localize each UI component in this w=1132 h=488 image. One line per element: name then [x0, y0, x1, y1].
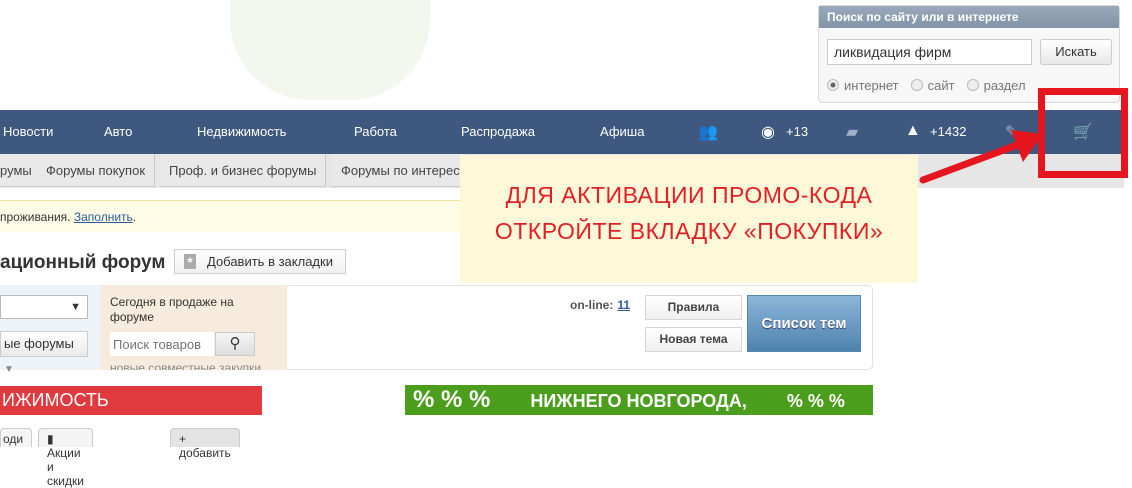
- search-button[interactable]: Искать: [1040, 39, 1112, 65]
- realty-banner[interactable]: ИЖИМОСТЬ: [0, 386, 262, 415]
- online-link[interactable]: 11: [617, 298, 630, 312]
- search-icon[interactable]: ⚲: [215, 332, 255, 356]
- tab-promotions[interactable]: ▮ Акции и скидки: [38, 428, 93, 488]
- nav-auto[interactable]: Авто: [104, 124, 132, 139]
- tab-forums[interactable]: румы: [0, 154, 42, 187]
- chevron-down-icon: ▼: [4, 364, 14, 375]
- radio-site[interactable]: сайт: [910, 78, 955, 93]
- friends-icon[interactable]: 👥: [698, 122, 718, 142]
- add-tab-button[interactable]: + добавить: [170, 428, 240, 460]
- nav-work[interactable]: Работа: [354, 124, 397, 139]
- bookmark-icon: ★: [184, 254, 196, 269]
- nav-sale[interactable]: Распродажа: [461, 124, 535, 139]
- percent-decoration: % % %: [413, 386, 491, 413]
- topic-list-button[interactable]: Список тем: [747, 295, 861, 352]
- search-input[interactable]: [827, 39, 1032, 65]
- document-icon: ▮: [47, 432, 54, 446]
- background-decoration: [230, 0, 430, 100]
- search-title: Поиск по сайту или в интернете: [819, 6, 1119, 28]
- messages-icon[interactable]: ▰: [846, 122, 858, 142]
- online-counter: on-line: 11: [570, 298, 631, 312]
- rules-button[interactable]: Правила: [645, 295, 742, 320]
- tab-bottom-1[interactable]: оди: [0, 428, 33, 447]
- tab-business-forums[interactable]: Проф. и бизнес форумы: [160, 154, 327, 187]
- forums-dropdown[interactable]: ые форумы ▼: [0, 331, 88, 375]
- tab-purchase-forums[interactable]: Форумы покупок: [37, 154, 156, 187]
- nav-afisha[interactable]: Афиша: [600, 124, 644, 139]
- arrow-annotation: [919, 130, 1043, 184]
- promo-banner[interactable]: % % % НИЖНЕГО НОВГОРОДА,% % %: [405, 385, 873, 415]
- page-title: ационный форум: [0, 252, 166, 273]
- nav-realty[interactable]: Недвижимость: [197, 124, 286, 139]
- new-topic-button[interactable]: Новая тема: [645, 327, 742, 352]
- sale-panel: Сегодня в продаже на форуме ⚲ новые совм…: [100, 285, 287, 370]
- eye-icon[interactable]: ◉: [761, 122, 775, 142]
- tab-interest-forums[interactable]: Форумы по интерес: [332, 154, 470, 187]
- goods-search-input[interactable]: [110, 332, 214, 356]
- notice-bar: проживания. Заполнить.: [0, 200, 460, 232]
- radio-internet[interactable]: интернет: [827, 78, 899, 93]
- nav-news[interactable]: Новости: [3, 124, 53, 139]
- radio-section[interactable]: раздел: [966, 78, 1026, 93]
- forum-select[interactable]: ▼: [0, 295, 88, 319]
- percent-decoration: % % %: [786, 391, 845, 411]
- promo-callout: ДЛЯ АКТИВАЦИИ ПРОМО-КОДА ОТКРОЙТЕ ВКЛАДК…: [460, 155, 918, 283]
- views-count[interactable]: +13: [786, 124, 808, 139]
- fill-link[interactable]: Заполнить: [74, 210, 133, 224]
- bookmark-button[interactable]: ★ Добавить в закладки: [174, 249, 346, 274]
